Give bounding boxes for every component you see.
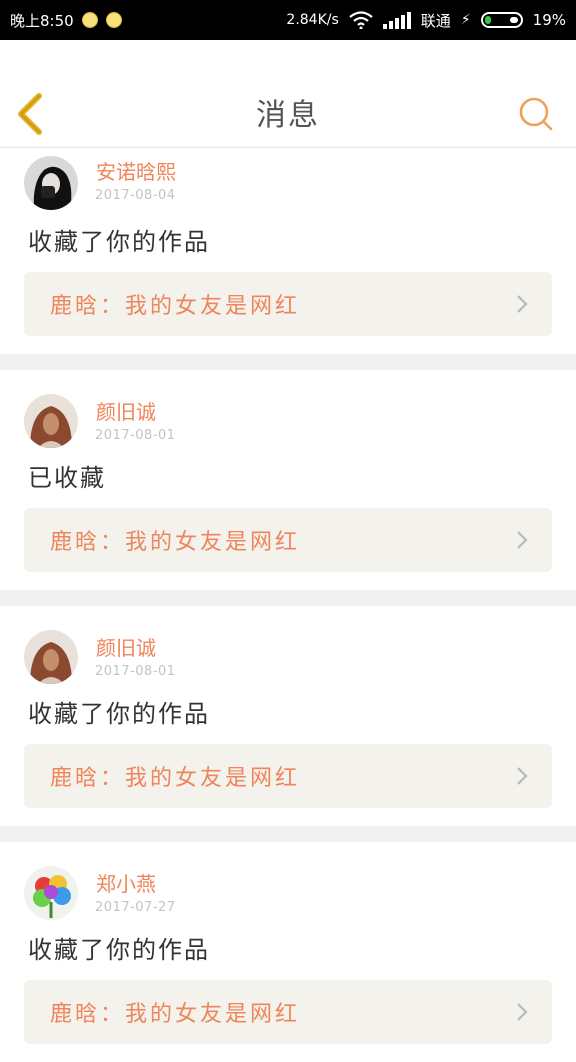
message-item: 郑小燕 2017-07-27 收藏了你的作品 鹿晗：我的女友是网红 [0, 842, 576, 1062]
user-avatar[interactable] [24, 866, 78, 920]
work-title: 鹿晗：我的女友是网红 [50, 1002, 301, 1027]
search-icon[interactable] [518, 96, 554, 132]
work-link[interactable]: 鹿晗：我的女友是网红 [24, 508, 552, 572]
user-name[interactable]: 颜旧诚 [96, 632, 156, 661]
message-date: 2017-08-01 [95, 428, 176, 443]
notification-icon [81, 12, 98, 28]
chevron-right-icon [517, 767, 528, 785]
list-separator [0, 826, 576, 842]
status-bar: 晚上8:50 2.84K/s 联通 ⚡ 19% [0, 0, 576, 40]
signal-icon [382, 11, 411, 29]
message-item: 颜旧诚 2017-08-01 收藏了你的作品 鹿晗：我的女友是网红 [0, 606, 576, 826]
work-link[interactable]: 鹿晗：我的女友是网红 [24, 744, 552, 808]
page-title: 消息 [256, 98, 320, 133]
work-link[interactable]: 鹿晗：我的女友是网红 [24, 980, 552, 1044]
list-separator [0, 354, 576, 370]
user-avatar[interactable] [24, 630, 78, 684]
carrier-name: 联通 [420, 11, 451, 30]
message-action-text: 收藏了你的作品 [28, 700, 210, 728]
message-date: 2017-08-04 [95, 188, 176, 203]
status-time: 晚上8:50 [10, 11, 74, 30]
user-name[interactable]: 安诺晗熙 [96, 156, 176, 185]
message-date: 2017-08-01 [95, 664, 176, 679]
user-name[interactable]: 郑小燕 [96, 868, 156, 897]
message-item: 安诺晗熙 2017-08-04 收藏了你的作品 鹿晗：我的女友是网红 [0, 148, 576, 354]
wifi-icon [349, 11, 373, 29]
work-title: 鹿晗：我的女友是网红 [50, 530, 301, 555]
user-name[interactable]: 颜旧诚 [96, 396, 156, 425]
app-bar: 消息 [0, 40, 576, 148]
list-separator [0, 590, 576, 606]
message-list: 安诺晗熙 2017-08-04 收藏了你的作品 鹿晗：我的女友是网红 颜旧诚 2… [0, 148, 576, 1062]
user-avatar[interactable] [24, 394, 78, 448]
message-date: 2017-07-27 [95, 900, 176, 915]
charging-icon: ⚡ [460, 12, 471, 28]
user-avatar[interactable] [24, 156, 78, 210]
battery-percent: 19% [532, 11, 566, 29]
message-action-text: 收藏了你的作品 [28, 936, 210, 964]
message-action-text: 收藏了你的作品 [28, 228, 210, 256]
notification-icon [105, 12, 122, 28]
work-title: 鹿晗：我的女友是网红 [50, 294, 301, 319]
network-speed: 2.84K/s [286, 12, 339, 28]
work-link[interactable]: 鹿晗：我的女友是网红 [24, 272, 552, 336]
message-item: 颜旧诚 2017-08-01 已收藏 鹿晗：我的女友是网红 [0, 370, 576, 590]
chevron-right-icon [517, 295, 528, 313]
work-title: 鹿晗：我的女友是网红 [50, 766, 301, 791]
message-action-text: 已收藏 [28, 464, 106, 492]
chevron-right-icon [517, 531, 528, 549]
battery-icon [480, 12, 523, 28]
chevron-right-icon [517, 1003, 528, 1021]
